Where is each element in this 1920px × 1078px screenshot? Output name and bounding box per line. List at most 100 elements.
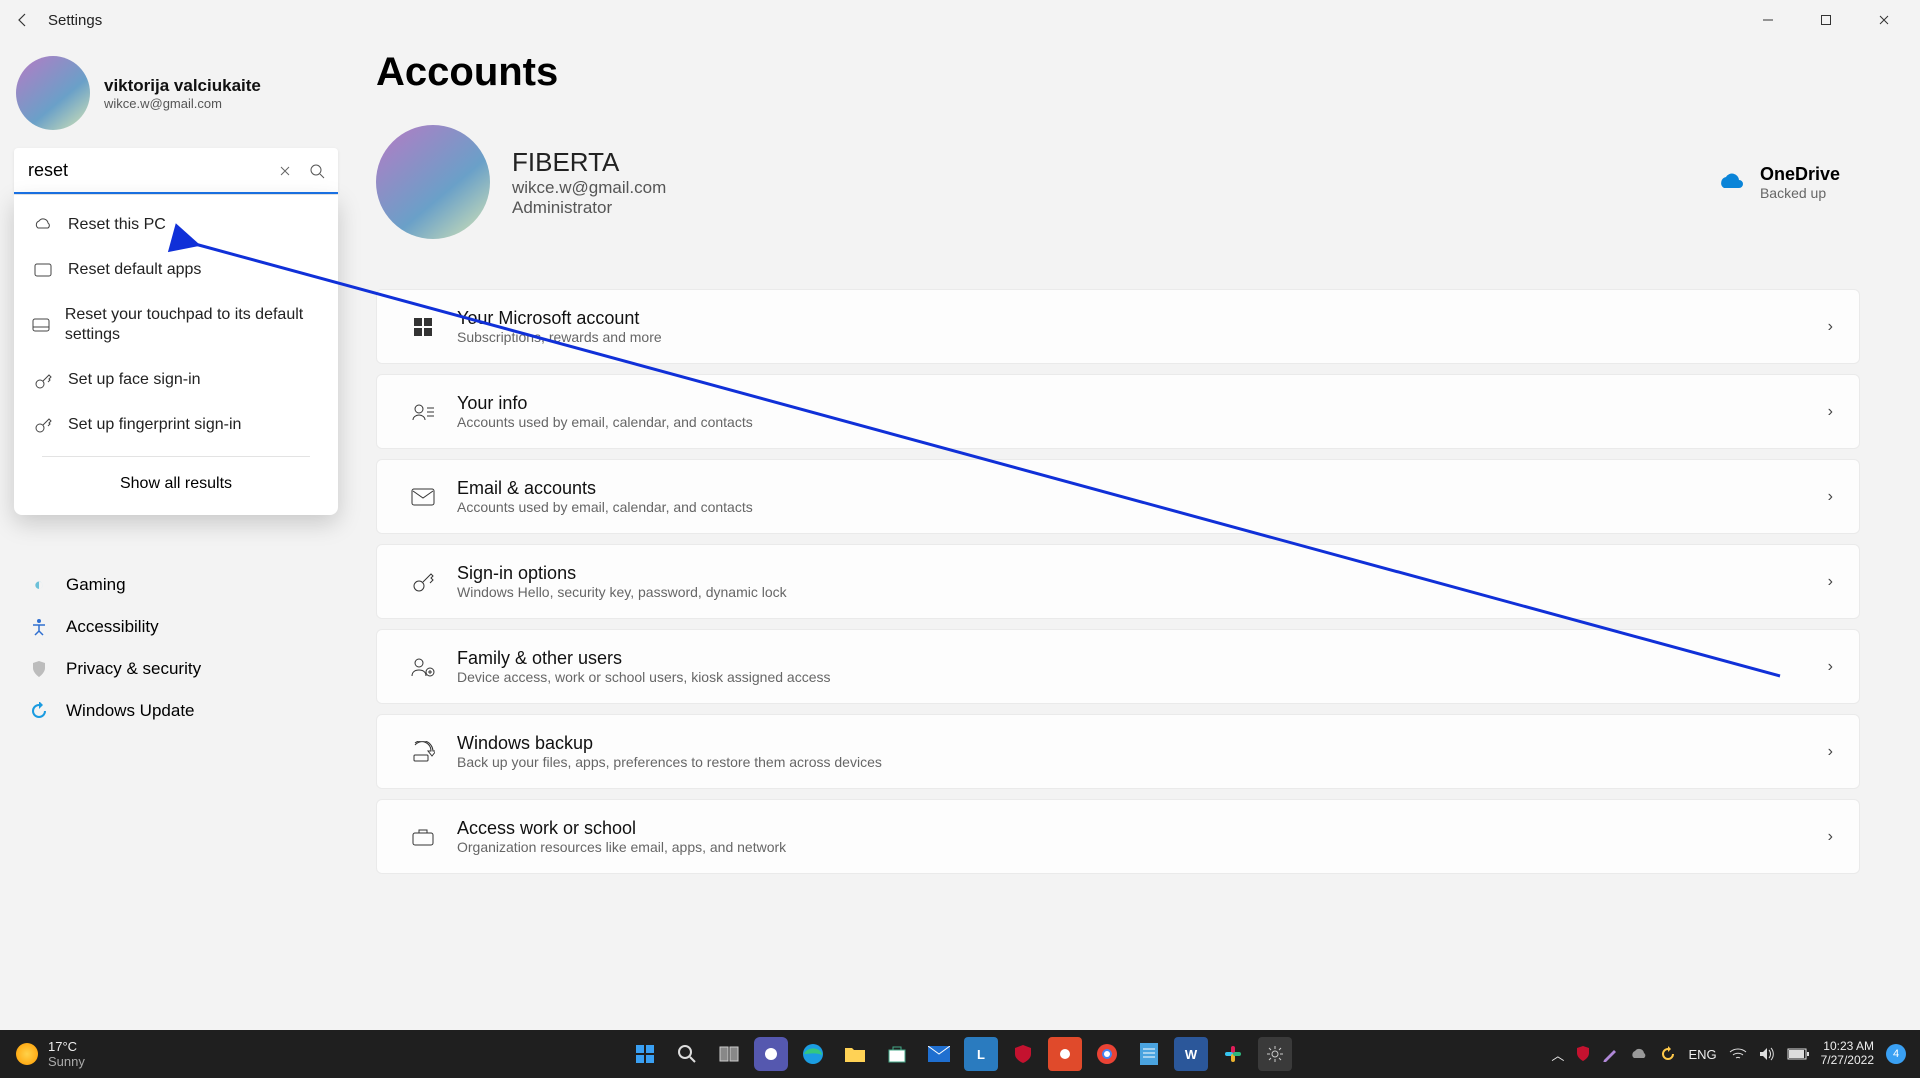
system-tray[interactable]: ︿ ENG 10:23 AM 7/27/2022 4 xyxy=(1551,1040,1920,1068)
sidebar-item-gaming[interactable]: ◐ Gaming xyxy=(14,564,338,606)
taskbar-center: L W xyxy=(628,1037,1292,1071)
volume-icon[interactable] xyxy=(1759,1047,1775,1061)
app-l-icon[interactable]: L xyxy=(964,1037,998,1071)
sidebar-item-update[interactable]: Windows Update xyxy=(14,690,338,732)
gaming-icon: ◐ xyxy=(28,575,50,595)
chevron-right-icon: › xyxy=(1828,318,1833,336)
sidebar-item-accessibility[interactable]: Accessibility xyxy=(14,606,338,648)
search-result-label: Set up face sign-in xyxy=(68,370,201,391)
recorder-icon[interactable] xyxy=(1048,1037,1082,1071)
clear-icon[interactable] xyxy=(268,148,302,194)
card-signin-options[interactable]: Sign-in optionsWindows Hello, security k… xyxy=(376,544,1860,619)
search-dropdown: Reset this PC Reset default apps Reset y… xyxy=(14,195,338,515)
card-sub: Windows Hello, security key, password, d… xyxy=(457,584,787,600)
dropdown-separator xyxy=(42,456,310,457)
sidebar-item-label: Privacy & security xyxy=(66,659,201,679)
settings-cards: Your Microsoft accountSubscriptions, rew… xyxy=(376,289,1860,874)
taskbar-weather[interactable]: 17°C Sunny xyxy=(0,1039,85,1069)
notepad-icon[interactable] xyxy=(1132,1037,1166,1071)
card-title: Your Microsoft account xyxy=(457,308,662,329)
sidebar: viktorija valciukaite wikce.w@gmail.com … xyxy=(0,40,352,1030)
account-avatar xyxy=(376,125,490,239)
microsoft-icon xyxy=(403,316,443,338)
touchpad-icon xyxy=(32,318,51,332)
onedrive-block[interactable]: OneDrive Backed up xyxy=(1716,164,1860,201)
apps-icon xyxy=(32,263,54,277)
settings-icon[interactable] xyxy=(1258,1037,1292,1071)
tray-lang[interactable]: ENG xyxy=(1688,1047,1716,1062)
briefcase-icon xyxy=(403,827,443,847)
tray-pen-icon[interactable] xyxy=(1602,1046,1618,1062)
minimize-button[interactable] xyxy=(1750,6,1786,34)
search-result-label: Set up fingerprint sign-in xyxy=(68,415,241,436)
maximize-button[interactable] xyxy=(1808,6,1844,34)
search-result-default-apps[interactable]: Reset default apps xyxy=(14,248,338,293)
main-panel: Accounts FIBERTA wikce.w@gmail.com Admin… xyxy=(352,40,1920,1030)
accessibility-icon xyxy=(28,618,50,636)
search-result-label: Reset default apps xyxy=(68,260,201,281)
card-email-accounts[interactable]: Email & accountsAccounts used by email, … xyxy=(376,459,1860,534)
chevron-right-icon: › xyxy=(1828,658,1833,676)
tray-sync-icon[interactable] xyxy=(1660,1046,1676,1062)
profile-block[interactable]: viktorija valciukaite wikce.w@gmail.com xyxy=(14,52,338,148)
card-title: Your info xyxy=(457,393,753,414)
mcafee-icon[interactable] xyxy=(1006,1037,1040,1071)
card-your-info[interactable]: Your infoAccounts used by email, calenda… xyxy=(376,374,1860,449)
account-role: Administrator xyxy=(512,198,666,218)
sun-icon xyxy=(16,1043,38,1065)
card-work-school[interactable]: Access work or schoolOrganization resour… xyxy=(376,799,1860,874)
card-title: Family & other users xyxy=(457,648,830,669)
taskbar-datetime[interactable]: 10:23 AM 7/27/2022 xyxy=(1821,1040,1874,1068)
teams-icon[interactable] xyxy=(754,1037,788,1071)
nav-list: ◐ Gaming Accessibility Privacy & securit… xyxy=(14,564,338,732)
card-sub: Accounts used by email, calendar, and co… xyxy=(457,414,753,430)
sidebar-item-privacy[interactable]: Privacy & security xyxy=(14,648,338,690)
back-button[interactable] xyxy=(8,5,38,35)
card-sub: Organization resources like email, apps,… xyxy=(457,839,786,855)
card-sub: Accounts used by email, calendar, and co… xyxy=(457,499,753,515)
task-view[interactable] xyxy=(712,1037,746,1071)
family-icon xyxy=(403,656,443,678)
onedrive-icon xyxy=(1716,172,1744,192)
tray-onedrive-icon[interactable] xyxy=(1630,1048,1648,1060)
battery-icon[interactable] xyxy=(1787,1048,1809,1060)
key-icon xyxy=(32,416,54,434)
search-result-reset-pc[interactable]: Reset this PC xyxy=(14,203,338,248)
search-icon[interactable] xyxy=(300,148,334,194)
profile-email: wikce.w@gmail.com xyxy=(104,96,261,111)
close-button[interactable] xyxy=(1866,6,1902,34)
slack-icon[interactable] xyxy=(1216,1037,1250,1071)
explorer-icon[interactable] xyxy=(838,1037,872,1071)
tray-chevron-icon[interactable]: ︿ xyxy=(1551,1045,1564,1064)
key-icon xyxy=(403,570,443,594)
taskbar-search[interactable] xyxy=(670,1037,704,1071)
notifications-icon[interactable]: 4 xyxy=(1886,1044,1906,1064)
wifi-icon[interactable] xyxy=(1729,1047,1747,1061)
search-result-fingerprint[interactable]: Set up fingerprint sign-in xyxy=(14,403,338,448)
card-family-users[interactable]: Family & other usersDevice access, work … xyxy=(376,629,1860,704)
account-name: FIBERTA xyxy=(512,147,666,178)
search-result-label: Reset your touchpad to its default setti… xyxy=(65,305,320,347)
taskbar-date: 7/27/2022 xyxy=(1821,1054,1874,1068)
card-sub: Device access, work or school users, kio… xyxy=(457,669,830,685)
chrome-icon[interactable] xyxy=(1090,1037,1124,1071)
search-result-face[interactable]: Set up face sign-in xyxy=(14,358,338,403)
edge-icon[interactable] xyxy=(796,1037,830,1071)
page-title: Accounts xyxy=(376,50,1860,95)
mail-icon[interactable] xyxy=(922,1037,956,1071)
onedrive-title: OneDrive xyxy=(1760,164,1840,185)
search-result-touchpad[interactable]: Reset your touchpad to its default setti… xyxy=(14,293,338,359)
update-icon xyxy=(28,702,50,720)
card-microsoft-account[interactable]: Your Microsoft accountSubscriptions, rew… xyxy=(376,289,1860,364)
store-icon[interactable] xyxy=(880,1037,914,1071)
start-button[interactable] xyxy=(628,1037,662,1071)
tray-shield-icon[interactable] xyxy=(1576,1046,1590,1062)
card-windows-backup[interactable]: Windows backupBack up your files, apps, … xyxy=(376,714,1860,789)
taskbar[interactable]: 17°C Sunny L W ︿ ENG 10:23 AM 7/27/2022 xyxy=(0,1030,1920,1078)
titlebar: Settings xyxy=(0,0,1920,40)
show-all-results[interactable]: Show all results xyxy=(14,465,338,503)
avatar xyxy=(16,56,90,130)
sidebar-item-label: Accessibility xyxy=(66,617,159,637)
account-email: wikce.w@gmail.com xyxy=(512,178,666,198)
word-icon[interactable]: W xyxy=(1174,1037,1208,1071)
